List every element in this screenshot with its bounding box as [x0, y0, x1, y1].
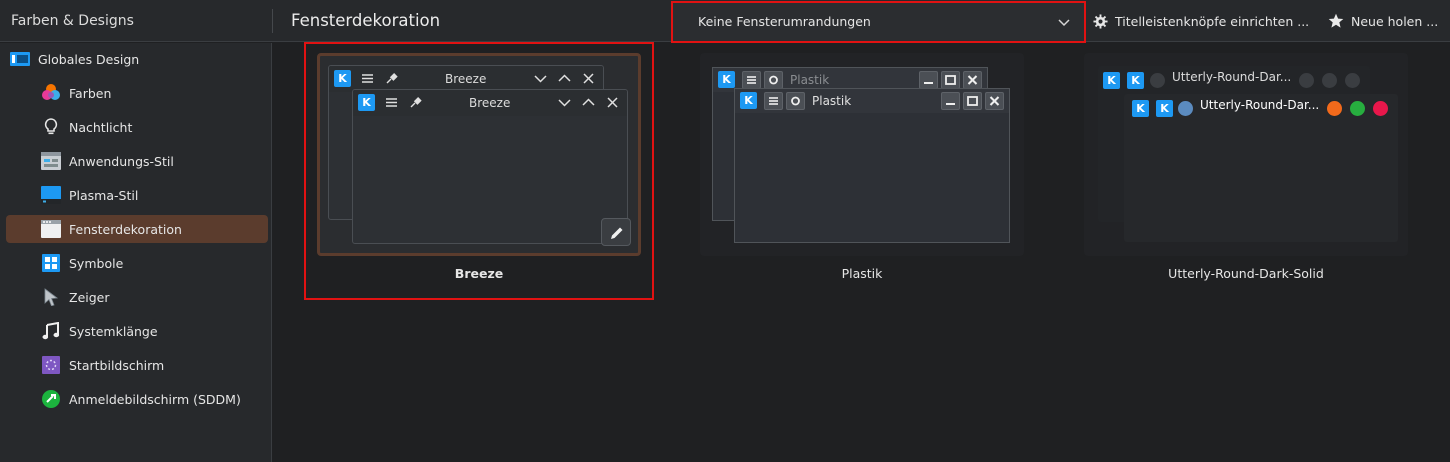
night-light-icon [41, 117, 61, 137]
sidebar-item-label: Systemklänge [69, 323, 158, 339]
border-size-combo[interactable]: Keine Fensterumrandungen [671, 1, 1086, 43]
sidebar-item-system-sounds[interactable]: Systemklänge [6, 317, 268, 345]
inactive-button-icon [1150, 73, 1165, 88]
global-theme-icon [10, 49, 30, 69]
header-divider [272, 9, 273, 33]
page-title: Fensterdekoration [291, 11, 441, 30]
kde-logo-icon: K [1103, 72, 1120, 89]
pin-icon [410, 97, 422, 108]
close-icon [1345, 73, 1360, 88]
plasma-style-icon [41, 185, 61, 205]
border-size-combo-value: Keine Fensterumrandungen [698, 14, 871, 29]
preview-window-active: K Breeze [352, 89, 628, 244]
chevron-down-icon [1058, 19, 1070, 27]
preview-window-active: K Plastik [734, 88, 1010, 243]
login-screen-icon [41, 389, 61, 409]
sidebar-item-icons[interactable]: Symbole [6, 249, 268, 277]
maximize-icon [1350, 101, 1365, 116]
sidebar-item-colors[interactable]: Farben [6, 79, 268, 107]
chevron-down-icon [558, 99, 571, 107]
close-icon [985, 92, 1004, 110]
application-style-icon [41, 151, 61, 171]
decoration-name: Breeze [454, 266, 504, 281]
sidebar-item-splash-screen[interactable]: Startbildschirm [6, 351, 268, 379]
decoration-name: Plastik [841, 266, 883, 281]
get-new-decorations-label: Neue holen ... [1351, 13, 1439, 29]
kde-logo-icon: K [1156, 100, 1173, 117]
close-icon [1373, 101, 1388, 116]
sidebar-item-label: Startbildschirm [69, 357, 165, 373]
get-new-decorations-button[interactable]: Neue holen ... [1328, 0, 1438, 42]
close-icon [607, 97, 618, 108]
sidebar-item-plasma-style[interactable]: Plasma-Stil [6, 181, 268, 209]
close-icon [963, 71, 982, 89]
sidebar-item-label: Anwendungs-Stil [69, 153, 174, 169]
star-icon [1328, 13, 1344, 28]
sidebar-item-label: Nachtlicht [69, 119, 133, 135]
minimize-icon [941, 92, 960, 110]
gear-icon [1093, 13, 1108, 29]
icons-icon [41, 253, 61, 273]
sidebar-item-label: Globales Design [38, 51, 140, 67]
app-title: Farben & Designs [11, 13, 134, 29]
sidebar-item-label: Farben [69, 85, 112, 101]
top-bar: Farben & Designs Fensterdekoration Keine… [0, 0, 1450, 43]
chevron-up-icon [558, 74, 571, 82]
maximize-icon [941, 71, 960, 89]
menu-icon [362, 74, 373, 83]
menu-icon [764, 92, 783, 110]
minimize-icon [1327, 101, 1342, 116]
configure-titlebar-buttons-button[interactable]: Titelleistenknöpfe einrichten ... [1093, 0, 1309, 42]
close-icon [583, 73, 594, 84]
minimize-icon [1299, 73, 1314, 88]
maximize-icon [1322, 73, 1337, 88]
configure-titlebar-buttons-label: Titelleistenknöpfe einrichten ... [1115, 13, 1310, 29]
cursor-icon [41, 287, 61, 307]
window-decoration-icon [41, 219, 61, 239]
chevron-up-icon [582, 98, 595, 106]
menu-icon [742, 71, 761, 89]
sidebar-item-application-style[interactable]: Anwendungs-Stil [6, 147, 268, 175]
on-all-desktops-icon [786, 92, 805, 110]
sidebar: Globales Design Farben Nachtlicht Anwend… [0, 43, 272, 462]
splash-screen-icon [41, 355, 61, 375]
menu-icon [386, 98, 397, 107]
sidebar-item-window-decoration[interactable]: Fensterdekoration [6, 215, 268, 243]
decoration-name: Utterly-Round-Dark-Solid [1168, 266, 1324, 281]
preview-window-title: Plastik [812, 94, 852, 108]
system-sounds-icon [41, 321, 61, 341]
kde-logo-icon: K [718, 71, 735, 88]
colors-icon [41, 83, 61, 103]
preview-window-title: Breeze [469, 96, 511, 110]
sidebar-item-label: Symbole [69, 255, 124, 271]
preview-window-title: Utterly-Round-Dar... [1200, 98, 1320, 112]
kde-logo-icon: K [334, 70, 351, 87]
sidebar-item-label: Fensterdekoration [69, 221, 182, 237]
kde-logo-icon: K [1132, 100, 1149, 117]
sidebar-item-label: Anmeldebildschirm (SDDM) [69, 391, 241, 407]
preview-window-active: K K Utterly-Round-Dar... [1124, 94, 1398, 242]
on-all-desktops-icon [764, 71, 783, 89]
edit-decoration-button[interactable] [601, 218, 631, 246]
sidebar-item-login-screen[interactable]: Anmeldebildschirm (SDDM) [6, 385, 268, 413]
minimize-icon [919, 71, 938, 89]
maximize-icon [963, 92, 982, 110]
sidebar-item-night-light[interactable]: Nachtlicht [6, 113, 268, 141]
sidebar-item-label: Zeiger [69, 289, 110, 305]
sidebar-item-cursors[interactable]: Zeiger [6, 283, 268, 311]
sidebar-item-label: Plasma-Stil [69, 187, 139, 203]
chevron-down-icon [534, 75, 547, 83]
kde-logo-icon: K [740, 92, 757, 109]
pencil-icon [611, 227, 623, 239]
preview-window-title: Utterly-Round-Dar... [1172, 70, 1292, 84]
sidebar-item-global-theme[interactable]: Globales Design [10, 45, 268, 73]
kde-logo-icon: K [358, 94, 375, 111]
on-all-desktops-icon [1178, 101, 1193, 116]
pin-icon [386, 73, 398, 84]
kde-logo-icon: K [1127, 72, 1144, 89]
